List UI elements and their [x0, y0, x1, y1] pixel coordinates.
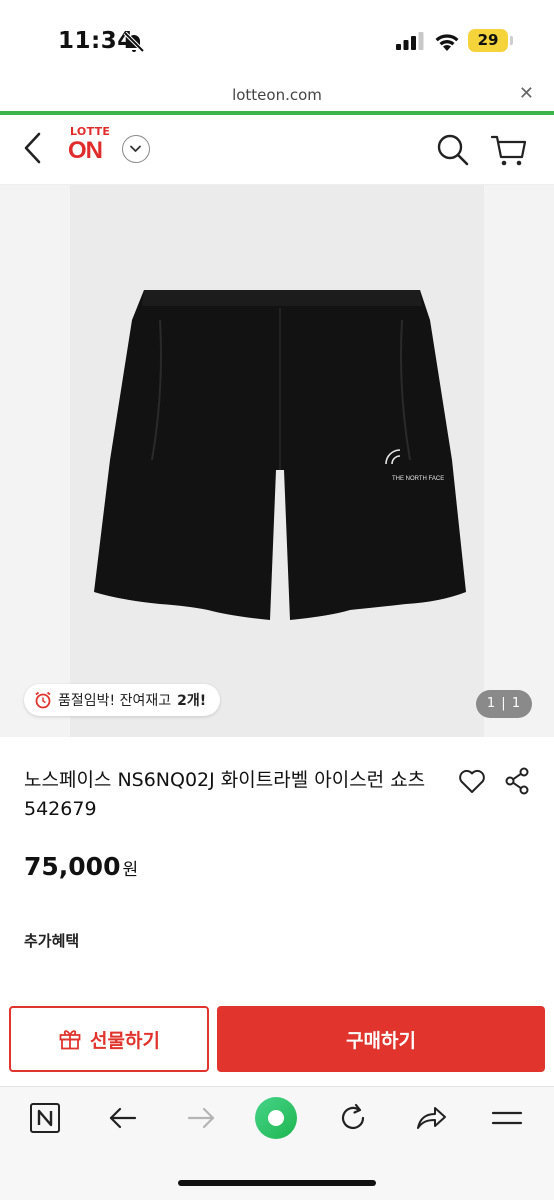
forward-arrow-icon[interactable] — [184, 1101, 218, 1135]
green-dot-icon[interactable] — [252, 1094, 300, 1142]
price-value: 75,000 — [24, 852, 121, 881]
benefits-label: 추가혜택 — [24, 932, 80, 950]
product-image: THE NORTH FACE — [94, 290, 466, 620]
battery-indicator: 29 — [468, 29, 508, 52]
battery-cap — [510, 36, 513, 45]
price-unit: 원 — [122, 860, 139, 880]
wifi-icon — [435, 34, 459, 51]
cart-icon[interactable] — [490, 133, 528, 167]
back-icon[interactable] — [20, 131, 46, 165]
svg-text:THE NORTH FACE: THE NORTH FACE — [392, 476, 444, 482]
back-arrow-icon[interactable] — [106, 1101, 140, 1135]
refresh-icon[interactable] — [336, 1101, 370, 1135]
naver-home-icon[interactable] — [28, 1101, 62, 1135]
signal-icon — [396, 32, 424, 50]
status-bar: 11:34 29 — [0, 0, 554, 80]
stock-warning-badge: 품절임박! 잔여재고 2개! — [24, 684, 221, 716]
bell-off-icon — [123, 31, 145, 53]
gift-button[interactable]: 선물하기 — [9, 1006, 209, 1072]
menu-icon[interactable] — [490, 1101, 524, 1135]
url-bar[interactable]: lotteon.com ✕ — [0, 80, 554, 112]
gift-icon — [59, 1030, 81, 1050]
url-text[interactable]: lotteon.com — [0, 86, 554, 104]
search-icon[interactable] — [436, 133, 470, 167]
alarm-clock-icon — [35, 691, 51, 709]
battery-level: 29 — [477, 31, 499, 49]
product-gallery[interactable]: THE NORTH FACE 품절임박! 잔여재고 2개! 1 | 1 — [0, 185, 554, 737]
share-arrow-icon[interactable] — [414, 1101, 448, 1135]
share-icon[interactable] — [504, 767, 530, 795]
logo-main-text: ON — [68, 137, 103, 164]
stock-count: 2개! — [177, 693, 207, 709]
chevron-down-glyph — [130, 145, 141, 152]
close-icon[interactable]: ✕ — [519, 84, 534, 104]
gift-button-label: 선물하기 — [90, 1029, 160, 1052]
product-title: 노스페이스 NS6NQ02J 화이트라벨 아이스런 쇼츠 542679 — [24, 769, 426, 820]
chevron-down-icon[interactable] — [122, 135, 150, 163]
faded-benefit-row — [100, 968, 270, 978]
image-page-indicator: 1 | 1 — [476, 690, 532, 718]
stock-warning-text: 품절임박! 잔여재고 — [58, 693, 172, 709]
heart-icon[interactable] — [458, 768, 486, 794]
purchase-action-bar: 선물하기 구매하기 — [0, 996, 554, 1086]
lotte-on-logo[interactable]: LOTTE ON — [66, 125, 116, 175]
home-indicator — [178, 1180, 376, 1186]
buy-button-label: 구매하기 — [346, 1029, 416, 1052]
site-header: LOTTE ON — [0, 115, 554, 185]
product-price: 75,000 원 — [24, 852, 138, 881]
buy-button[interactable]: 구매하기 — [217, 1006, 545, 1072]
